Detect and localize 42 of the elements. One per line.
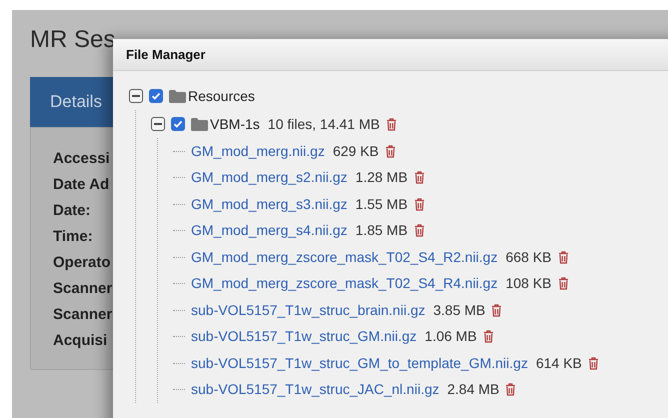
page-title: MR Ses [30,25,116,55]
folder-name[interactable]: Resources [188,86,255,106]
folder-icon [169,90,186,102]
checkbox[interactable] [171,117,185,131]
file-size: 108 KB [506,274,552,294]
trash-icon[interactable] [588,356,599,370]
file-link[interactable]: GM_mod_merg_s4.nii.gz [191,220,348,242]
collapse-toggle[interactable] [151,117,165,131]
trash-icon[interactable] [414,224,425,238]
file-link[interactable]: sub-VOL5157_T1w_struc_brain.nii.gz [191,300,426,321]
collapse-toggle[interactable] [129,89,143,103]
trash-icon[interactable] [414,198,425,211]
trash-icon[interactable] [558,277,569,290]
dialog-title: File Manager [126,46,206,64]
file-size: 1.55 MB [355,194,408,214]
trash-icon[interactable] [384,144,396,158]
file-link[interactable]: sub-VOL5157_T1w_struc_GM.nii.gz [191,326,417,348]
file-link[interactable]: sub-VOL5157_T1w_struc_GM_to_template_GM.nii.gz [191,352,528,374]
file-size: 1.28 MB [355,168,408,188]
trash-icon[interactable] [491,304,502,317]
checkbox[interactable] [149,89,163,103]
file-size: 668 KB [506,248,552,267]
file-size: 2.84 MB [447,380,500,400]
file-link[interactable]: GM_mod_merg_s3.nii.gz [191,194,348,215]
folder-name[interactable]: VBM-1s [210,114,260,134]
trash-icon[interactable] [505,383,516,396]
trash-icon[interactable] [482,330,494,344]
file-link[interactable]: GM_mod_merg_zscore_mask_T02_S4_R2.nii.gz [191,246,498,268]
file-size: 3.85 MB [433,300,486,320]
file-link[interactable]: sub-VOL5157_T1w_struc_JAC_nl.nii.gz [191,379,440,400]
file-size: 1.85 MB [355,221,408,240]
file-link[interactable]: GM_mod_merg_s2.nii.gz [191,167,348,188]
file-link[interactable]: GM_mod_merg_zscore_mask_T02_S4_R4.nii.gz [191,273,498,294]
file-size: 629 KB [332,142,379,161]
trash-icon[interactable] [414,171,425,184]
file-size: 614 KB [536,354,582,373]
trash-icon[interactable] [558,250,569,264]
file-link[interactable]: GM_mod_merg.nii.gz [191,140,325,162]
file-size: 1.06 MB [424,327,477,346]
folder-info: 10 files, 14.41 MB [268,114,380,134]
trash-icon[interactable] [386,118,397,130]
folder-icon [191,118,208,130]
